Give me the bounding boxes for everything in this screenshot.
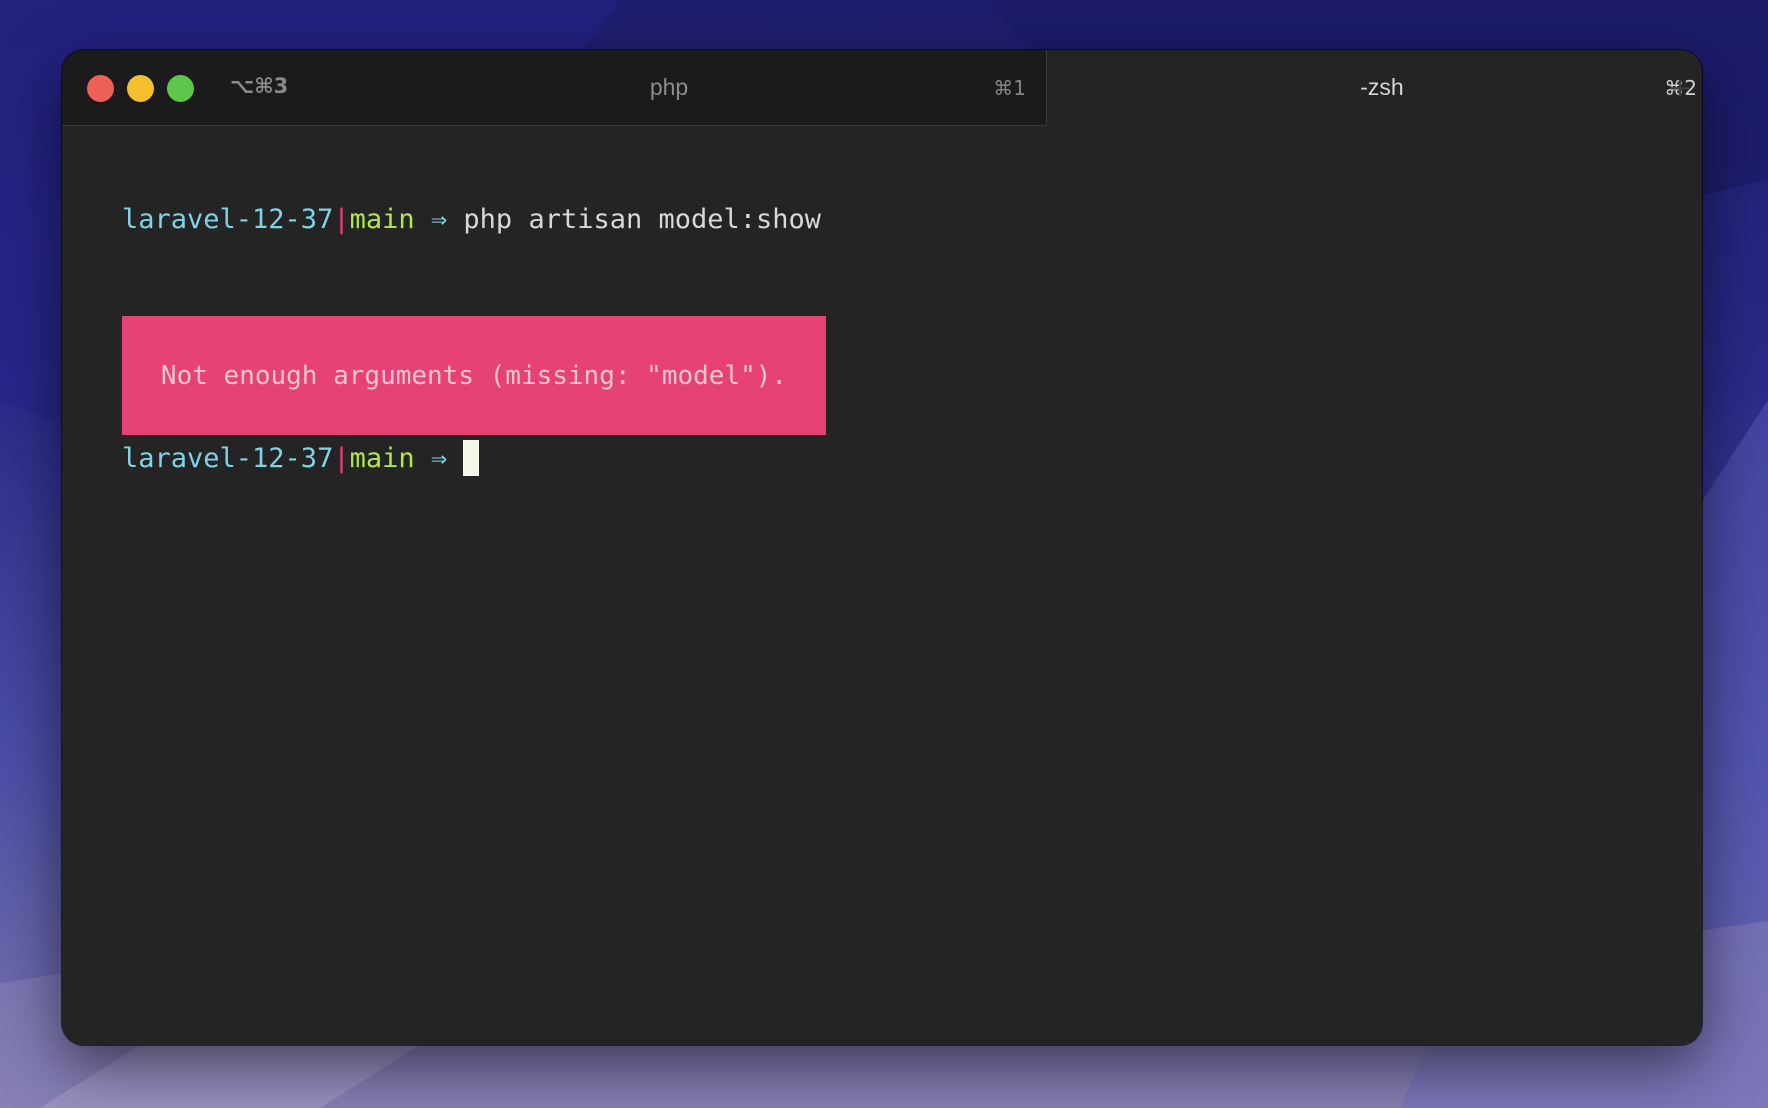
- title-bar[interactable]: ⌥⌘3 php ⌘1 -zsh ⌘2 +: [62, 50, 1702, 126]
- prompt-arrow: ⇒: [430, 204, 448, 235]
- tab-shortcut: ⌘1: [993, 76, 1026, 100]
- command-text: php artisan model:show: [463, 204, 822, 235]
- error-message: Not enough arguments (missing: "model").: [160, 360, 788, 391]
- text-cursor: [463, 439, 480, 476]
- show-all-tabs-shortcut: ⌥⌘3: [230, 74, 289, 98]
- minimize-button[interactable]: [127, 75, 154, 102]
- prompt-branch: main: [349, 204, 415, 235]
- tab-title: php: [649, 74, 689, 100]
- new-tab-button[interactable]: +: [1658, 50, 1702, 125]
- command-line: laravel-12-37|main ⇒ php artisan model:s…: [122, 200, 821, 240]
- tab-zsh[interactable]: -zsh ⌘2: [1046, 50, 1702, 126]
- prompt-separator: |: [333, 443, 350, 474]
- prompt-line[interactable]: laravel-12-37|main ⇒: [122, 439, 480, 479]
- error-message-box: Not enough arguments (missing: "model").: [122, 316, 826, 435]
- prompt-branch: main: [349, 443, 415, 474]
- zoom-button[interactable]: [167, 75, 194, 102]
- tab-title: -zsh: [1360, 74, 1404, 100]
- prompt-directory: laravel-12-37: [122, 443, 334, 474]
- window-controls: [87, 75, 194, 102]
- terminal-window: ⌥⌘3 php ⌘1 -zsh ⌘2 + laravel-12-37|main …: [62, 50, 1702, 1045]
- close-button[interactable]: [87, 75, 114, 102]
- tab-php[interactable]: php ⌘1: [292, 50, 1046, 125]
- terminal-output[interactable]: laravel-12-37|main ⇒ php artisan model:s…: [122, 190, 1702, 1045]
- prompt-arrow: ⇒: [430, 443, 448, 474]
- prompt-directory: laravel-12-37: [122, 204, 334, 235]
- prompt-separator: |: [333, 204, 350, 235]
